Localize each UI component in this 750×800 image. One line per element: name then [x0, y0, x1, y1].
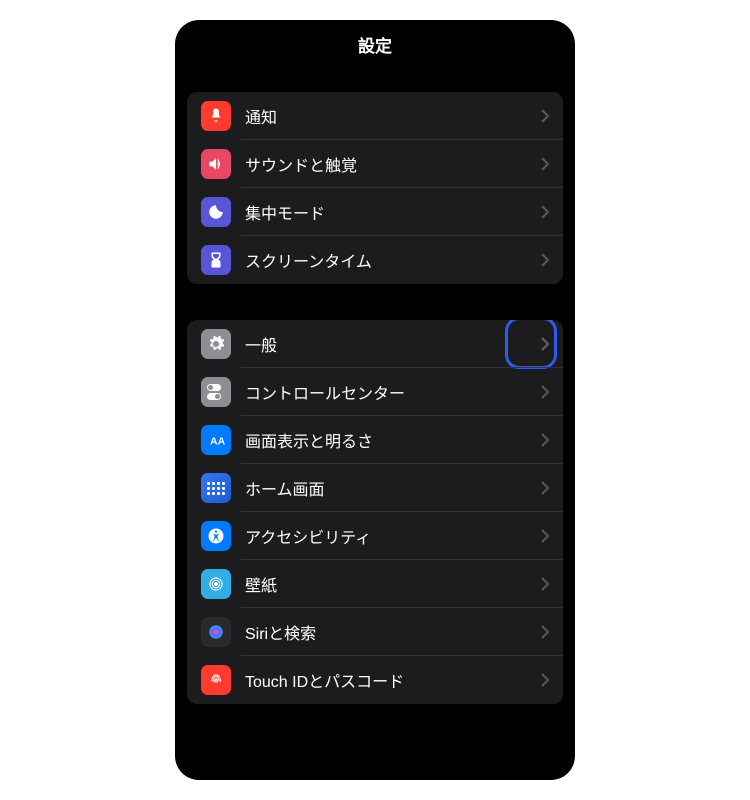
content: 通知 サウンドと触覚 集中モード [175, 92, 575, 704]
chevron-right-icon [541, 433, 549, 447]
header: 設定 [175, 20, 575, 68]
notifications-icon [201, 101, 231, 131]
chevron-right-icon [541, 577, 549, 591]
settings-screen: 設定 通知 サウンドと触覚 [175, 20, 575, 780]
home-screen-icon [201, 473, 231, 503]
row-sounds[interactable]: サウンドと触覚 [187, 140, 563, 188]
row-label: コントロールセンター [245, 380, 541, 404]
row-siri[interactable]: Siriと検索 [187, 608, 563, 656]
row-display[interactable]: AA 画面表示と明るさ [187, 416, 563, 464]
general-icon [201, 329, 231, 359]
chevron-right-icon [541, 481, 549, 495]
header-title: 設定 [358, 32, 392, 57]
chevron-right-icon [541, 253, 549, 267]
row-label: Touch IDとパスコード [245, 668, 541, 692]
row-touchid[interactable]: Touch IDとパスコード [187, 656, 563, 704]
row-accessibility[interactable]: アクセシビリティ [187, 512, 563, 560]
settings-group-2: 一般 コントロールセンター [187, 320, 563, 704]
wallpaper-icon [201, 569, 231, 599]
focus-icon [201, 197, 231, 227]
chevron-right-icon [541, 385, 549, 399]
row-focus[interactable]: 集中モード [187, 188, 563, 236]
fingerprint-icon [201, 665, 231, 695]
chevron-right-icon [541, 157, 549, 171]
row-label: ホーム画面 [245, 476, 541, 500]
accessibility-icon [201, 521, 231, 551]
siri-icon [201, 617, 231, 647]
control-center-icon [201, 377, 231, 407]
display-icon: AA [201, 425, 231, 455]
row-label: サウンドと触覚 [245, 152, 541, 176]
chevron-right-icon [541, 205, 549, 219]
chevron-right-icon [541, 337, 549, 351]
chevron-right-icon [541, 625, 549, 639]
row-label: Siriと検索 [245, 620, 541, 644]
row-label: 画面表示と明るさ [245, 428, 541, 452]
row-notifications[interactable]: 通知 [187, 92, 563, 140]
row-general[interactable]: 一般 [187, 320, 563, 368]
chevron-right-icon [541, 109, 549, 123]
svg-text:AA: AA [210, 436, 225, 448]
row-wallpaper[interactable]: 壁紙 [187, 560, 563, 608]
chevron-right-icon [541, 673, 549, 687]
settings-group-1: 通知 サウンドと触覚 集中モード [187, 92, 563, 284]
sound-icon [201, 149, 231, 179]
row-label: 通知 [245, 104, 541, 128]
row-label: アクセシビリティ [245, 524, 541, 548]
screentime-icon [201, 245, 231, 275]
row-label: 壁紙 [245, 572, 541, 596]
row-label: 一般 [245, 332, 541, 356]
chevron-right-icon [541, 529, 549, 543]
row-label: スクリーンタイム [245, 248, 541, 272]
row-label: 集中モード [245, 200, 541, 224]
row-control-center[interactable]: コントロールセンター [187, 368, 563, 416]
row-home-screen[interactable]: ホーム画面 [187, 464, 563, 512]
row-screentime[interactable]: スクリーンタイム [187, 236, 563, 284]
